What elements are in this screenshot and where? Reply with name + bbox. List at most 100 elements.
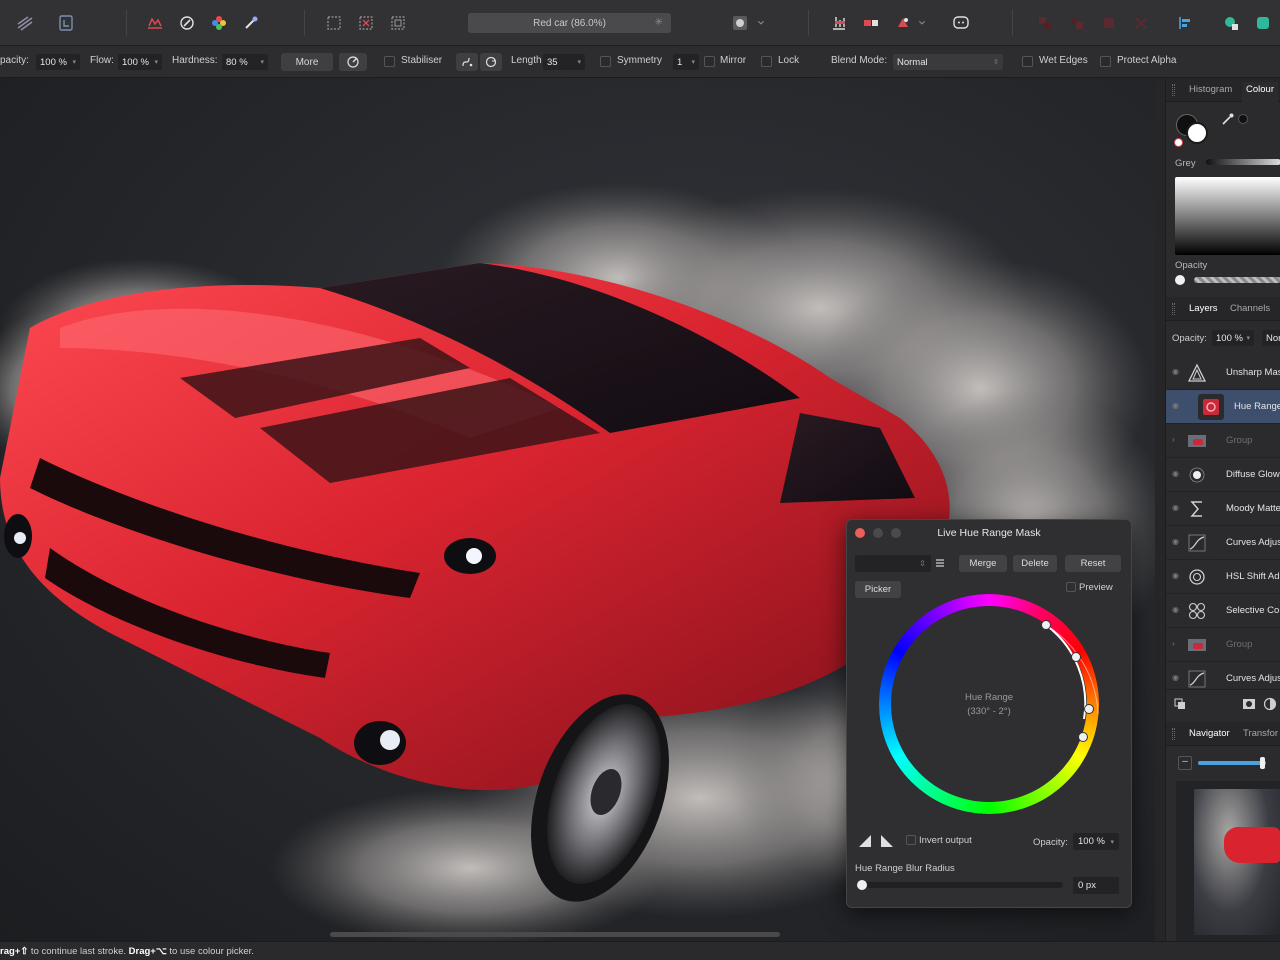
secondary-colour-swatch[interactable] bbox=[1186, 122, 1208, 144]
merge-button[interactable]: Merge bbox=[959, 555, 1007, 572]
reset-button[interactable]: Reset bbox=[1065, 555, 1121, 572]
visibility-icon[interactable]: ◉ bbox=[1172, 674, 1180, 682]
layers-blend-select[interactable]: Nor bbox=[1262, 330, 1280, 346]
visibility-icon[interactable]: ◉ bbox=[1172, 606, 1180, 614]
dialog-titlebar[interactable]: Live Hue Range Mask bbox=[847, 520, 1131, 546]
layer-row[interactable]: ◉ Moody Matte bbox=[1166, 492, 1280, 526]
quick-mask-icon[interactable] bbox=[727, 10, 753, 36]
more-button[interactable]: More bbox=[281, 53, 333, 71]
opacity-field[interactable]: 100 % ▾ bbox=[36, 54, 80, 70]
visibility-icon[interactable]: ◉ bbox=[1172, 402, 1180, 410]
blur-radius-slider[interactable] bbox=[857, 880, 1063, 890]
zoom-slider[interactable] bbox=[1198, 761, 1266, 765]
visibility-icon[interactable]: ◉ bbox=[1172, 368, 1180, 376]
selection-rect-icon[interactable] bbox=[321, 10, 347, 36]
lock-checkbox[interactable] bbox=[761, 56, 772, 67]
selection-cross-icon[interactable] bbox=[353, 10, 379, 36]
zoom-slider-knob[interactable] bbox=[1260, 757, 1265, 769]
hue-handle[interactable] bbox=[1041, 620, 1051, 630]
chevron-down-icon[interactable] bbox=[753, 10, 769, 36]
adjustment-icon[interactable] bbox=[1263, 697, 1277, 711]
length-field[interactable]: 35 ▾ bbox=[543, 54, 585, 70]
slider-knob[interactable] bbox=[1175, 275, 1185, 285]
blend-mode-select[interactable]: Normal ⇳ bbox=[893, 54, 1003, 70]
selection-marquee-icon[interactable] bbox=[385, 10, 411, 36]
dialog-opacity-field[interactable]: 100 % ▾ bbox=[1073, 833, 1119, 850]
layer-row[interactable]: ◉ HSL Shift Ad bbox=[1166, 560, 1280, 594]
symmetry-field[interactable]: 1 ▾ bbox=[673, 54, 699, 70]
navigator-preview[interactable] bbox=[1176, 781, 1280, 941]
window-mode-icon[interactable] bbox=[480, 53, 502, 71]
grey-slider[interactable] bbox=[1206, 159, 1280, 165]
slider-knob[interactable] bbox=[857, 880, 867, 890]
expand-chevron-icon[interactable]: › bbox=[1172, 436, 1180, 444]
arrange-icon[interactable] bbox=[1128, 10, 1154, 36]
layer-row[interactable]: › Group bbox=[1166, 424, 1280, 458]
protect-alpha-checkbox[interactable] bbox=[1100, 56, 1111, 67]
hue-handle[interactable] bbox=[1078, 732, 1088, 742]
no-colour-icon[interactable] bbox=[1174, 138, 1183, 147]
tab-navigator[interactable]: Navigator bbox=[1189, 728, 1230, 739]
view-icon[interactable] bbox=[1250, 10, 1276, 36]
eyedropper-icon[interactable] bbox=[238, 10, 264, 36]
visibility-icon[interactable]: ◉ bbox=[1172, 470, 1180, 478]
panel-grip[interactable] bbox=[1172, 303, 1175, 315]
stabiliser-checkbox[interactable] bbox=[384, 56, 395, 67]
layer-copy-icon[interactable] bbox=[1174, 698, 1186, 710]
expand-chevron-icon[interactable]: › bbox=[1172, 640, 1180, 648]
layer-row[interactable]: › Group bbox=[1166, 628, 1280, 662]
visibility-icon[interactable]: ◉ bbox=[1172, 504, 1180, 512]
mirror-checkbox[interactable] bbox=[704, 56, 715, 67]
persona-liquify-icon[interactable] bbox=[53, 10, 79, 36]
wet-edges-checkbox[interactable] bbox=[1022, 56, 1033, 67]
layers-opacity-field[interactable]: 100 % ▾ bbox=[1212, 330, 1254, 346]
chevron-down-icon[interactable] bbox=[914, 10, 930, 36]
layer-row[interactable]: ◉ Diffuse Glow bbox=[1166, 458, 1280, 492]
symmetry-checkbox[interactable] bbox=[600, 56, 611, 67]
zoom-out-button[interactable]: – bbox=[1178, 756, 1192, 770]
dodge-icon[interactable] bbox=[174, 10, 200, 36]
snapping-icon[interactable] bbox=[858, 10, 884, 36]
tab-colour[interactable]: Colour bbox=[1242, 82, 1278, 102]
hue-handle[interactable] bbox=[1071, 652, 1081, 662]
layer-row[interactable]: ◉ Selective Co bbox=[1166, 594, 1280, 628]
brush-tool-icon[interactable] bbox=[142, 10, 168, 36]
layer-row[interactable]: ◉ Hue Range bbox=[1166, 390, 1280, 424]
document-title[interactable]: Red car (86.0%) ✳ bbox=[468, 13, 671, 33]
chat-icon[interactable] bbox=[948, 10, 974, 36]
invert-output-checkbox[interactable] bbox=[906, 835, 916, 845]
preset-select[interactable]: ⇳ bbox=[855, 555, 931, 572]
studio-icon[interactable] bbox=[1172, 10, 1198, 36]
eyedropper-icon[interactable] bbox=[1221, 112, 1235, 126]
tab-layers[interactable]: Layers bbox=[1189, 303, 1218, 314]
falloff-inverse-icon[interactable] bbox=[880, 834, 894, 848]
tab-histogram[interactable]: Histogram bbox=[1189, 84, 1232, 95]
arrange-icon[interactable] bbox=[1032, 10, 1058, 36]
align-icon[interactable] bbox=[826, 10, 852, 36]
blur-radius-field[interactable]: 0 px bbox=[1073, 877, 1119, 894]
colour-wheel-icon[interactable] bbox=[206, 10, 232, 36]
assistant-icon[interactable] bbox=[890, 10, 916, 36]
arrange-icon[interactable] bbox=[1064, 10, 1090, 36]
horizontal-scrollbar[interactable] bbox=[330, 932, 780, 937]
grey-picker-box[interactable] bbox=[1175, 177, 1280, 255]
flow-field[interactable]: 100 % ▾ bbox=[118, 54, 162, 70]
force-pressure-icon[interactable] bbox=[339, 53, 367, 71]
tab-channels[interactable]: Channels bbox=[1230, 303, 1270, 314]
mask-layer-icon[interactable] bbox=[1242, 698, 1256, 710]
falloff-linear-icon[interactable] bbox=[858, 834, 872, 848]
vertical-scrollbar[interactable] bbox=[1155, 78, 1165, 941]
layer-row[interactable]: ◉ Curves Adjus bbox=[1166, 526, 1280, 560]
layer-row[interactable]: ◉ Unsharp Mas bbox=[1166, 356, 1280, 390]
menu-icon[interactable] bbox=[934, 556, 946, 570]
panel-grip[interactable] bbox=[1172, 728, 1175, 740]
panel-grip[interactable] bbox=[1172, 84, 1175, 96]
colour-opacity-slider[interactable] bbox=[1194, 277, 1280, 283]
visibility-icon[interactable]: ◉ bbox=[1172, 572, 1180, 580]
delete-button[interactable]: Delete bbox=[1013, 555, 1057, 572]
hue-wheel[interactable] bbox=[874, 589, 1104, 819]
colour-swatches[interactable] bbox=[1174, 112, 1208, 147]
arrange-icon[interactable] bbox=[1096, 10, 1122, 36]
persona-photo-icon[interactable] bbox=[12, 10, 38, 36]
rope-mode-icon[interactable] bbox=[456, 53, 478, 71]
